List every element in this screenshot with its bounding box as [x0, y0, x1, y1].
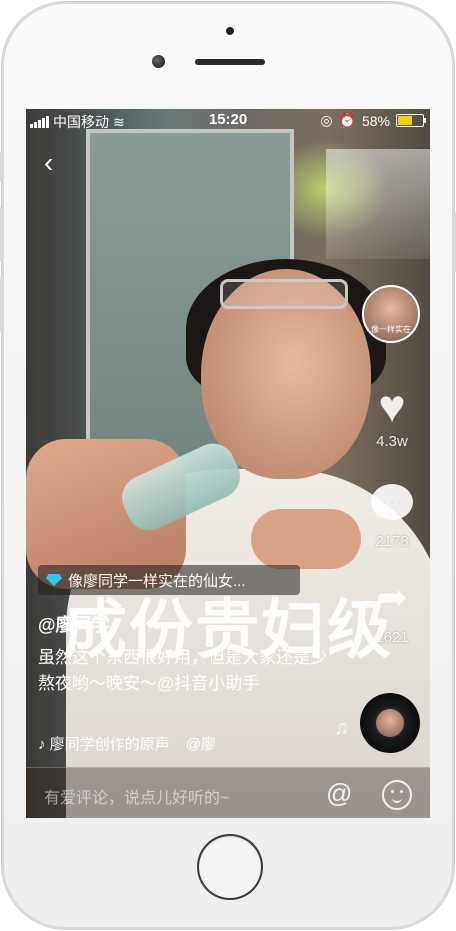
post-description: 虽然这个东西很好用，但是大家还是少熬夜哟～晚安～@抖音小助手 [38, 648, 327, 693]
music-author: @廖 [185, 736, 216, 753]
tiktok-note-icon: ♪ [38, 736, 46, 753]
mention-button[interactable]: @ [326, 778, 352, 809]
music-info[interactable]: ♪ 廖同学创作的原声 @廖 [38, 733, 216, 754]
video-glasses [220, 279, 348, 309]
mute-switch [0, 152, 2, 182]
music-note-icon: ♫ [334, 717, 349, 739]
proximity-sensor [226, 27, 234, 35]
music-disc[interactable] [360, 693, 420, 753]
back-arrow-icon[interactable]: ‹ [44, 149, 53, 177]
battery-icon [396, 114, 426, 127]
home-button[interactable] [197, 834, 263, 900]
username-link[interactable]: @廖同学 [38, 611, 110, 637]
like-count: 4.3w [376, 433, 408, 450]
comment-bar: 有爱评论，说点儿好听的~ @ [26, 767, 430, 818]
author-avatar[interactable]: 像一样实在 [362, 285, 420, 343]
app-screen: 中国移动 ≋ 15:20 ◎ ⏰ 58% ‹ 像一样实在 ♥ 4.3w ··· … [26, 109, 430, 818]
status-bar: 中国移动 ≋ 15:20 ◎ ⏰ 58% [26, 109, 430, 131]
battery-percent: 58% [361, 112, 390, 129]
video-shelf [326, 149, 430, 259]
volume-up-button [0, 207, 2, 262]
earpiece-speaker [195, 59, 265, 65]
volume-down-button [0, 277, 2, 332]
comment-count: 2178 [375, 533, 409, 550]
disc-cover-avatar [376, 709, 404, 737]
avatar-caption: 像一样实在 [371, 325, 411, 334]
lock-rotation-icon: ◎ [320, 112, 333, 128]
comment-input[interactable]: 有爱评论，说点儿好听的~ [44, 784, 229, 808]
front-camera-icon [152, 55, 165, 68]
music-title: 廖同学创作的原声 [49, 736, 170, 753]
alarm-icon: ⏰ [338, 112, 356, 128]
emoji-icon[interactable] [382, 780, 412, 810]
video-person-hand [251, 509, 361, 569]
like-heart-icon[interactable]: ♥ [360, 383, 424, 429]
comment-dots: ··· [382, 494, 404, 511]
